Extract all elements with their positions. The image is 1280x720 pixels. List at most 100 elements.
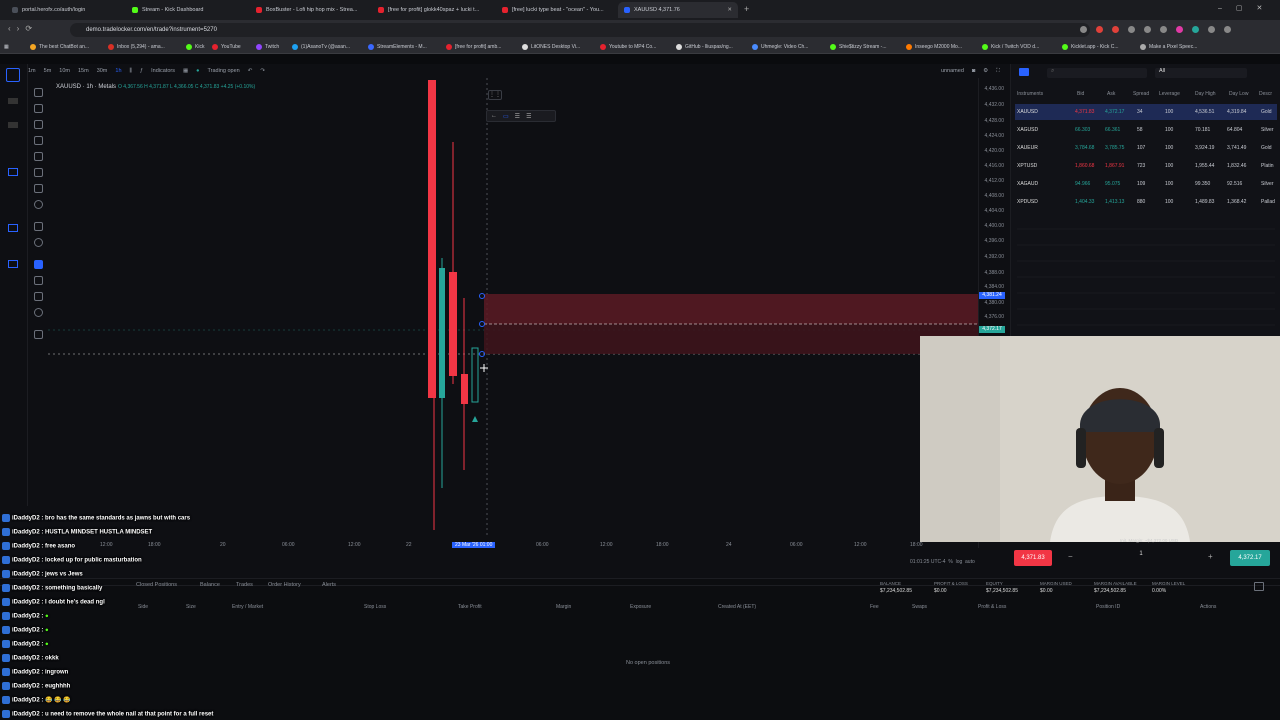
extension-icon[interactable]	[1080, 26, 1087, 33]
minus-icon[interactable]: −	[1068, 552, 1073, 561]
layout-name[interactable]: unnamed	[941, 68, 964, 74]
extension-icon[interactable]	[1128, 26, 1135, 33]
browser-tab[interactable]: Stream - Kick Dashboard	[126, 2, 244, 18]
search-icon[interactable]: ⌕	[1047, 68, 1147, 78]
extension-icon[interactable]	[1144, 26, 1151, 33]
timeframe-15m[interactable]: 15m	[78, 68, 89, 74]
layout-icon[interactable]: ▦	[183, 68, 188, 74]
bookmark[interactable]: Kick	[186, 42, 204, 52]
rectangle-icon[interactable]	[34, 168, 43, 177]
handle-icon[interactable]	[479, 321, 485, 327]
indicators-button[interactable]: Indicators	[151, 68, 175, 74]
redo-icon[interactable]: ↷	[260, 68, 265, 74]
watchlist-row[interactable]: XAGUSD 66.303 66.361 58 100 70.181 64.80…	[1015, 122, 1277, 138]
horizontal-line-icon[interactable]	[34, 120, 43, 129]
bookmark[interactable]: Twitch	[256, 42, 279, 52]
nav-buttons[interactable]: ‹›⟳	[8, 24, 38, 33]
price-chart[interactable]: XAUUSD · 1h · Metals O 4,367.56 H 4,371.…	[48, 78, 978, 548]
timeframe-1h[interactable]: 1h	[115, 68, 121, 74]
indicators-icon[interactable]: ƒ	[140, 68, 143, 74]
extension-icon[interactable]	[1224, 26, 1231, 33]
ruler-icon[interactable]	[34, 222, 43, 231]
bookmark[interactable]: Youtube to MP4 Co...	[600, 42, 656, 52]
bookmark[interactable]: Make a Pixel Speec...	[1140, 42, 1197, 52]
timeframe-1m[interactable]: 1m	[28, 68, 36, 74]
new-tab-icon[interactable]: +	[744, 4, 749, 14]
watchlist-row[interactable]: XPDUSD 1,404.33 1,413.13 880 100 1,489.8…	[1015, 194, 1277, 210]
bookmark[interactable]: YouTube	[212, 42, 241, 52]
bookmark[interactable]: Kicklet.app - Kick C...	[1062, 42, 1119, 52]
handle-icon[interactable]	[479, 293, 485, 299]
timeframe-5m[interactable]: 5m	[44, 68, 52, 74]
fib-icon[interactable]	[34, 152, 43, 161]
instrument-filter-select[interactable]: All	[1155, 68, 1247, 78]
position-risk-zone[interactable]	[484, 294, 978, 324]
emoji-icon[interactable]	[34, 200, 43, 209]
position-risk-zone-lower[interactable]	[484, 324, 978, 354]
buy-button[interactable]: 4,372.17	[1230, 550, 1270, 566]
crosshair-icon[interactable]	[34, 88, 43, 97]
grid-icon[interactable]	[1254, 582, 1264, 591]
timeframe-30m[interactable]: 30m	[97, 68, 108, 74]
watchlist-row[interactable]: XPTUSD 1,860.68 1,867.91 723 100 1,955.4…	[1015, 158, 1277, 174]
bookmark[interactable]: The best ChatBot an...	[30, 42, 89, 52]
eye-icon[interactable]	[34, 308, 43, 317]
settings-icon[interactable]: ⚙	[983, 68, 988, 74]
magnet-icon[interactable]	[34, 260, 43, 269]
bookmark[interactable]: Inbox (5,294) - ama...	[108, 42, 165, 52]
lock-drawings-icon[interactable]	[34, 292, 43, 301]
tool-icon[interactable]	[8, 122, 18, 128]
extension-icon[interactable]	[1192, 26, 1199, 33]
tool-icon[interactable]	[8, 98, 18, 104]
bookmark[interactable]: LitONES Desktop Vi...	[522, 42, 580, 52]
tool-icon[interactable]	[8, 168, 18, 176]
browser-tab[interactable]: portal.herofx.co/auth/login	[6, 2, 124, 18]
rectangle-style-icon[interactable]: ▭	[503, 113, 509, 120]
watchlist-row[interactable]: XAGAUD 94.966 95.075 109 100 99.350 92.5…	[1015, 176, 1277, 192]
bookmark[interactable]: Uhmegle: Video Ch...	[752, 42, 808, 52]
extension-icon[interactable]	[1096, 26, 1103, 33]
fullscreen-icon[interactable]: ⛶	[996, 68, 1000, 75]
bookmark[interactable]: Inseego M2000 Mo...	[906, 42, 962, 52]
timeframe-10m[interactable]: 10m	[59, 68, 70, 74]
bookmark[interactable]: Shie$tizzy Stream -...	[830, 42, 887, 52]
trend-line-icon[interactable]	[34, 104, 43, 113]
browser-tab-active[interactable]: XAUUSD 4,371.76 ✕	[618, 2, 738, 18]
camera-icon[interactable]: ◙	[972, 68, 975, 74]
browser-tab[interactable]: [free] lucki type beat - "ocean" - You..…	[496, 2, 614, 18]
drawing-toolbar-handle-icon[interactable]: ⋮⋮	[488, 90, 502, 100]
more-icon[interactable]: ☰	[526, 113, 531, 120]
extension-icon[interactable]	[1112, 26, 1119, 33]
arrow-left-icon[interactable]: ←	[491, 113, 497, 119]
tool-icon[interactable]	[8, 224, 18, 232]
sell-button[interactable]: 4,371.83	[1014, 550, 1052, 566]
trash-icon[interactable]	[34, 330, 43, 339]
browser-tab[interactable]: [free for profit] glokk40spaz + lucki t.…	[372, 2, 490, 18]
bookmark[interactable]: (1)AsanoTv (@asan...	[292, 42, 350, 52]
bookmark[interactable]: GitHub - lliuspas/ng...	[676, 42, 733, 52]
watchlist-row[interactable]: XAUEUR 3,784.68 3,785.75 107 100 3,924.1…	[1015, 140, 1277, 156]
extension-icon[interactable]	[1208, 26, 1215, 33]
undo-icon[interactable]: ↶	[248, 68, 253, 74]
extension-icon[interactable]	[1160, 26, 1167, 33]
lock-icon[interactable]	[34, 276, 43, 285]
watchlist-row[interactable]: XAUUSD 4,371.83 4,372.17 34 100 4,536.51…	[1015, 104, 1277, 120]
bookmark[interactable]: Kick / Twitch VOD d...	[982, 42, 1039, 52]
zoom-icon[interactable]	[34, 238, 43, 247]
window-controls[interactable]: –▢✕	[1218, 4, 1276, 12]
tab-alerts[interactable]: Alerts	[322, 582, 336, 588]
close-tab-icon[interactable]: ✕	[727, 7, 732, 13]
panel-tab-icon[interactable]	[1019, 68, 1029, 76]
quantity-input[interactable]: 1	[1130, 551, 1152, 557]
tool-icon[interactable]	[8, 260, 18, 268]
apps-icon[interactable]: ▦	[4, 42, 9, 52]
align-icon[interactable]: ☰	[515, 113, 520, 120]
bookmark[interactable]: [free for profit] amb...	[446, 42, 501, 52]
plus-icon[interactable]: +	[1208, 552, 1213, 561]
bookmark[interactable]: StreamElements - M...	[368, 42, 427, 52]
browser-tab[interactable]: BoxBuster - Lofi hip hop mix - Strea...	[250, 2, 368, 18]
url-input[interactable]: demo.tradelocker.com/en/trade?instrument…	[70, 23, 1090, 37]
pitchfork-icon[interactable]	[34, 136, 43, 145]
text-icon[interactable]	[34, 184, 43, 193]
candle-type-icon[interactable]: ⫼	[130, 68, 133, 75]
